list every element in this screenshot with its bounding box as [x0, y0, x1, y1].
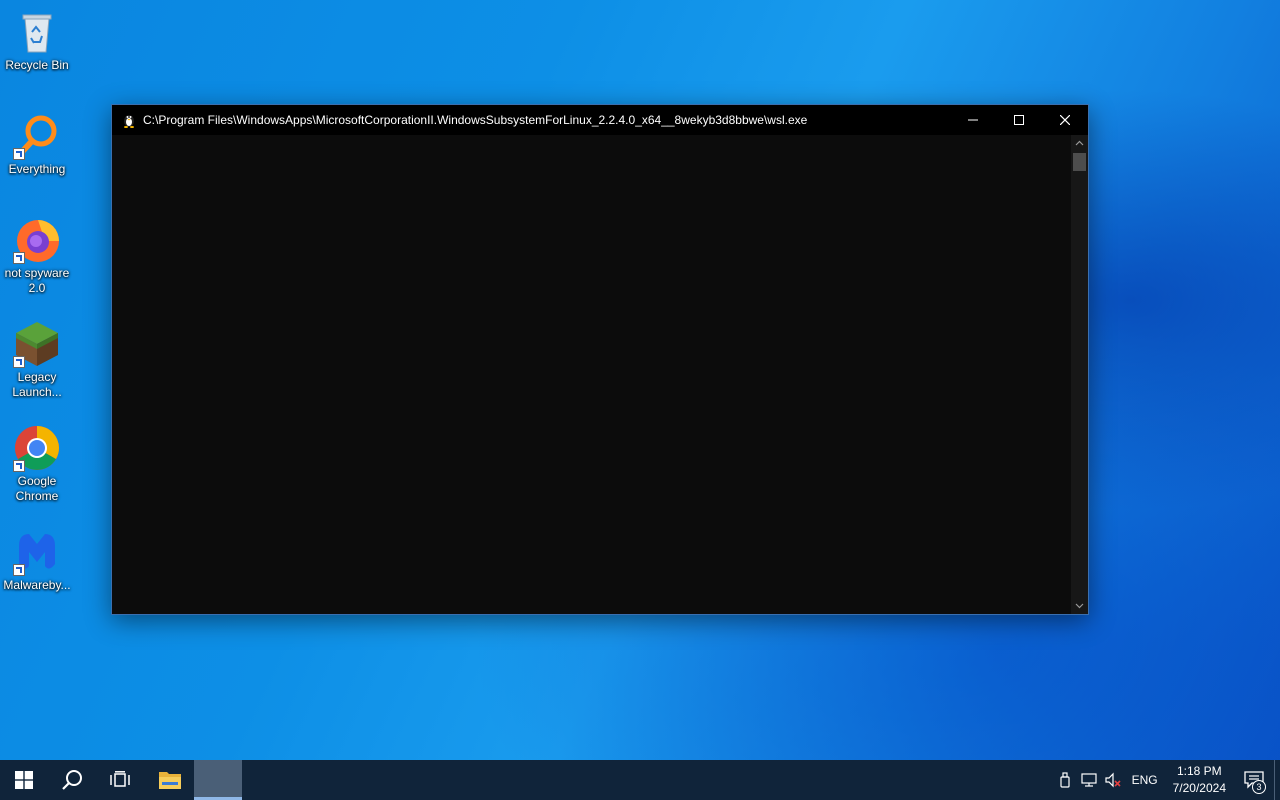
desktop-icon-not-spyware[interactable]: not spyware 2.0	[0, 216, 74, 296]
chrome-icon	[13, 424, 61, 472]
taskbar-file-explorer[interactable]	[146, 760, 194, 800]
console-window[interactable]: C:\Program Files\WindowsApps\MicrosoftCo…	[111, 104, 1089, 615]
system-tray: ENG 1:18 PM 7/20/2024 3	[1053, 760, 1280, 800]
search-button[interactable]	[48, 760, 96, 800]
folder-icon	[159, 772, 181, 789]
network-icon[interactable]	[1077, 760, 1101, 800]
start-button[interactable]	[0, 760, 48, 800]
desktop-icon-label: Google Chrome	[15, 474, 59, 503]
malwarebytes-icon	[13, 528, 61, 576]
shortcut-arrow-icon	[13, 460, 25, 472]
scroll-up-button[interactable]	[1071, 135, 1088, 151]
windows-logo-icon	[15, 771, 33, 789]
desktop-icon-everything[interactable]: Everything	[0, 112, 74, 177]
chevron-down-icon	[1075, 603, 1084, 609]
task-view-button[interactable]	[96, 760, 144, 800]
shortcut-arrow-icon	[13, 356, 25, 368]
desktop-icon-google-chrome[interactable]: Google Chrome	[0, 424, 74, 504]
desktop-icon-label: Malwareby...	[3, 578, 71, 592]
scroll-down-button[interactable]	[1071, 598, 1088, 614]
desktop-icon-label: Recycle Bin	[5, 58, 69, 72]
task-view-icon	[110, 771, 130, 787]
clock[interactable]: 1:18 PM 7/20/2024	[1165, 763, 1234, 797]
usb-device-icon[interactable]	[1053, 760, 1077, 800]
shortcut-arrow-icon	[13, 564, 25, 576]
shortcut-arrow-icon	[13, 252, 25, 264]
tux-penguin-icon	[121, 112, 137, 128]
desktop-icon-recycle-bin[interactable]: Recycle Bin	[0, 8, 74, 73]
window-titlebar[interactable]: C:\Program Files\WindowsApps\MicrosoftCo…	[112, 105, 1088, 135]
taskbar: ENG 1:18 PM 7/20/2024 3	[0, 760, 1280, 800]
window-title: C:\Program Files\WindowsApps\MicrosoftCo…	[143, 113, 808, 127]
firefox-icon	[13, 216, 61, 264]
grass-block-icon	[13, 320, 61, 368]
search-icon	[62, 770, 82, 790]
clock-date: 7/20/2024	[1172, 781, 1226, 795]
desktop-icon-legacy-launcher[interactable]: Legacy Launch...	[0, 320, 74, 400]
minimize-icon	[968, 119, 978, 121]
close-icon	[1060, 115, 1070, 125]
console-output-area[interactable]	[112, 135, 1071, 614]
chevron-up-icon	[1075, 140, 1084, 146]
maximize-icon	[1014, 115, 1024, 125]
shortcut-arrow-icon	[13, 148, 25, 160]
desktop-icon-label: Everything	[8, 162, 66, 176]
vertical-scrollbar[interactable]	[1071, 135, 1088, 614]
minimize-button[interactable]	[950, 105, 996, 135]
recycle-bin-icon	[13, 8, 61, 56]
show-desktop-button[interactable]	[1274, 760, 1280, 800]
clock-time: 1:18 PM	[1176, 764, 1222, 778]
action-center-button[interactable]: 3	[1234, 760, 1274, 800]
desktop-icon-malwarebytes[interactable]: Malwareby...	[0, 528, 74, 593]
desktop-icon-label: not spyware 2.0	[4, 266, 70, 295]
scrollbar-thumb[interactable]	[1073, 153, 1086, 171]
volume-muted-icon[interactable]	[1101, 760, 1125, 800]
language-indicator[interactable]: ENG	[1125, 760, 1165, 800]
magnifier-icon	[13, 112, 61, 160]
taskbar-console-window[interactable]	[194, 760, 242, 800]
close-button[interactable]	[1042, 105, 1088, 135]
notification-count-badge: 3	[1252, 780, 1266, 794]
maximize-button[interactable]	[996, 105, 1042, 135]
language-label: ENG	[1131, 773, 1158, 787]
desktop-icon-label: Legacy Launch...	[12, 370, 62, 399]
